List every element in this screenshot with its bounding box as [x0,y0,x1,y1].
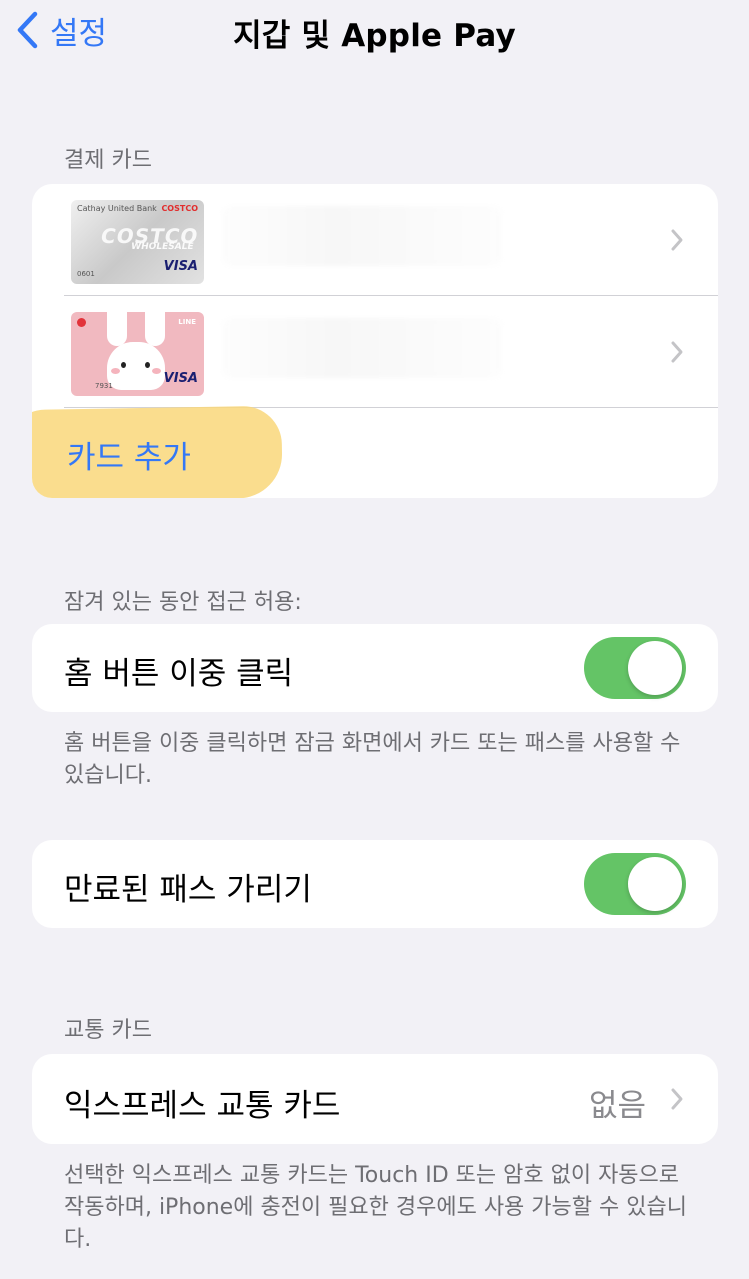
chevron-right-icon [671,229,683,251]
payment-card-row[interactable]: Cathay United Bank COSTCO COSTCO WHOLESA… [32,184,718,296]
card-brand: COSTCO [161,204,198,213]
chevron-right-icon [671,1088,683,1110]
nav-bar: 설정 지갑 및 Apple Pay [0,0,749,64]
toggle-knob [628,641,682,695]
section-header-locked-access: 잠겨 있는 동안 접근 허용: [64,590,302,615]
payment-card-row[interactable]: LINE 7931 VISA [32,296,718,408]
express-transit-row[interactable]: 익스프레스 교통 카드 없음 [32,1054,718,1144]
section-header-payment-cards: 결제 카드 [64,148,152,173]
redacted-card-name [222,206,502,266]
visa-logo: VISA [163,371,198,386]
bunny-ear [107,312,127,346]
express-transit-footer: 선택한 익스프레스 교통 카드는 Touch ID 또는 암호 없이 자동으로 … [64,1163,687,1252]
card-brand: LINE [178,318,196,326]
card-last4: 7931 [95,382,113,390]
add-card-label: 카드 추가 [67,440,191,476]
card-subtitle: WHOLESALE [130,242,195,252]
page-title: 지갑 및 Apple Pay [233,18,516,54]
bunny-cheek [111,368,120,374]
bunny-ear [145,312,165,346]
card-last4: 0601 [77,270,95,278]
payment-cards-group: Cathay United Bank COSTCO COSTCO WHOLESA… [32,184,718,498]
double-click-footer: 홈 버튼을 이중 클릭하면 잠금 화면에서 카드 또는 패스를 사용할 수 있습… [64,731,681,788]
double-click-group: 홈 버튼 이중 클릭 [32,624,718,712]
bunny-eye [145,362,150,368]
wallet-settings-page: 설정 지갑 및 Apple Pay 결제 카드 Cathay United Ba… [0,0,749,1279]
double-click-label: 홈 버튼 이중 클릭 [64,656,294,692]
visa-logo: VISA [163,259,198,274]
card-image-line: LINE 7931 VISA [71,312,204,396]
bunny-eye [121,362,126,368]
bunny-cheek [152,368,161,374]
section-header-transit: 교통 카드 [64,1018,152,1043]
toggle-knob [628,857,682,911]
bank-logo [77,318,86,327]
card-bank-name: Cathay United Bank [77,204,157,213]
add-card-button[interactable]: 카드 추가 [32,405,718,498]
express-transit-value: 없음 [588,1088,646,1124]
redacted-card-name [222,318,502,378]
hide-expired-label: 만료된 패스 가리기 [64,872,312,908]
hide-expired-toggle[interactable] [584,853,686,915]
double-click-toggle[interactable] [584,637,686,699]
express-transit-label: 익스프레스 교통 카드 [64,1088,341,1124]
bunny-face-icon [107,342,165,390]
chevron-right-icon [671,341,683,363]
card-image-costco: Cathay United Bank COSTCO COSTCO WHOLESA… [71,200,204,284]
hide-expired-group: 만료된 패스 가리기 [32,840,718,928]
